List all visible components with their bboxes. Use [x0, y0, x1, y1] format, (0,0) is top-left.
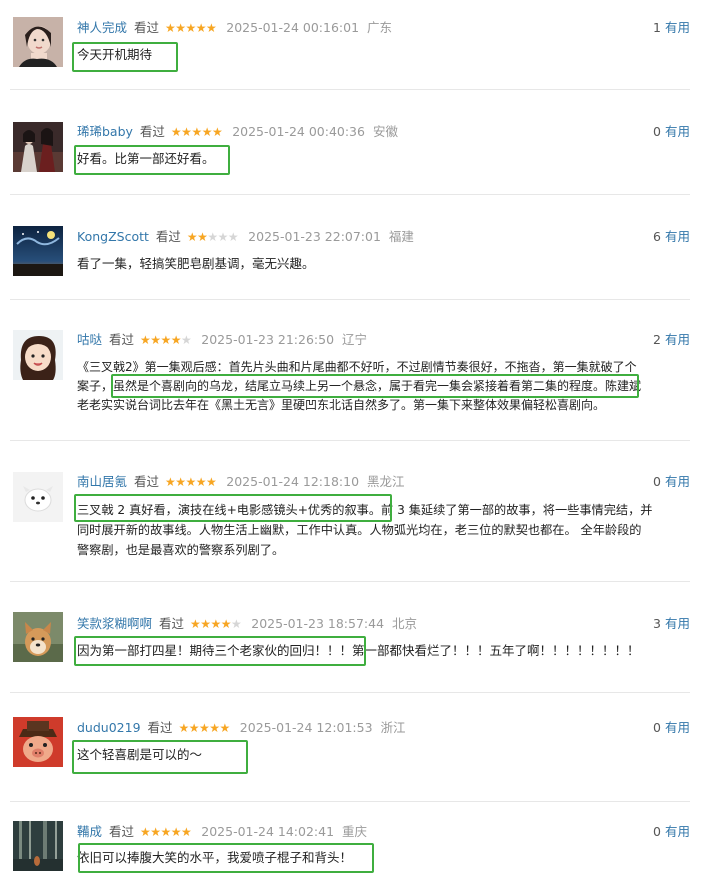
highlight-box	[78, 843, 374, 873]
comment-location: 重庆	[342, 824, 368, 839]
vote-count: 0	[653, 824, 661, 839]
review-item: 鞴成 看过 ★★★★★ 2025-01-24 14:02:41 重庆 0 有用 依…	[0, 0, 710, 896]
watch-status: 看过	[109, 824, 135, 839]
username-link[interactable]: 鞴成	[77, 824, 102, 839]
useful-button[interactable]: 有用	[665, 824, 690, 839]
comment-time: 2025-01-24 14:02:41	[201, 824, 335, 839]
rating-stars: ★★★★★	[140, 825, 192, 839]
user-avatar[interactable]	[13, 821, 63, 871]
useful-votes[interactable]: 0 有用	[653, 824, 690, 840]
review-meta: 鞴成 看过 ★★★★★ 2025-01-24 14:02:41 重庆	[77, 824, 367, 840]
